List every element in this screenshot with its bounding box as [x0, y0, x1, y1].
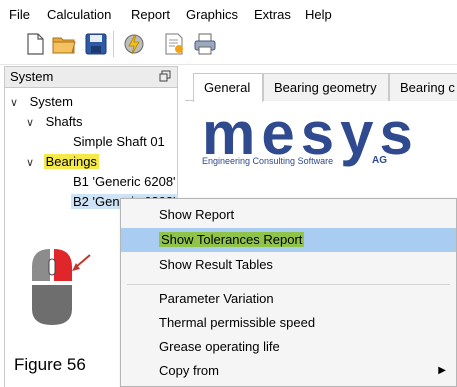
undock-icon[interactable] [159, 70, 171, 85]
menu-extras[interactable]: Extras [254, 7, 291, 22]
menu-item-grease-operating-life[interactable]: Grease operating life [121, 335, 456, 359]
tab-bearing-c[interactable]: Bearing c [389, 73, 457, 101]
menu-report[interactable]: Report [131, 7, 170, 22]
menu-item-label: Show Tolerances Report [159, 232, 305, 247]
new-document-icon[interactable] [22, 31, 48, 57]
context-menu: Show Report Show Tolerances Report Show … [120, 198, 457, 387]
system-panel-header: System [4, 66, 178, 88]
save-icon[interactable] [83, 31, 109, 57]
chevron-down-icon[interactable]: ∨ [10, 93, 22, 113]
print-icon[interactable] [192, 31, 218, 57]
tab-general[interactable]: General [193, 73, 263, 102]
calculate-icon[interactable] [121, 31, 147, 57]
tree-item-label: Simple Shaft 01 [73, 134, 165, 149]
tree-item-label: B1 'Generic 6208' [73, 174, 176, 189]
tab-bearing-geometry[interactable]: Bearing geometry [263, 73, 389, 101]
tab-bar: General Bearing geometry Bearing c [185, 73, 457, 102]
logo-suffix: AG [372, 155, 387, 166]
mesys-logo: mesys Engineering Consulting Software AG [202, 100, 417, 176]
submenu-arrow-icon: ▶ [438, 365, 446, 376]
menu-calculation[interactable]: Calculation [47, 7, 111, 22]
menu-graphics[interactable]: Graphics [186, 7, 238, 22]
tree-item-label: Shafts [45, 114, 83, 129]
chevron-down-icon[interactable]: ∨ [26, 113, 38, 133]
menu-item-show-tolerances-report[interactable]: Show Tolerances Report [121, 228, 456, 252]
menu-item-show-report[interactable]: Show Report [121, 203, 456, 227]
menu-item-label: Copy from [159, 363, 219, 378]
tree-item-bearing-1[interactable]: B1 'Generic 6208' [73, 172, 176, 192]
menu-item-show-result-tables[interactable]: Show Result Tables [121, 253, 456, 277]
report-icon[interactable] [161, 31, 187, 57]
tree-item-label: Bearings [43, 154, 99, 169]
tree-item-system[interactable]: ∨ System [10, 92, 73, 112]
open-folder-icon[interactable] [51, 31, 77, 57]
menu-separator [127, 284, 450, 285]
tree-item-label: System [29, 94, 73, 109]
menu-item-parameter-variation[interactable]: Parameter Variation [121, 287, 456, 311]
menu-help[interactable]: Help [305, 7, 332, 22]
toolbar [0, 27, 457, 65]
system-panel-title: System [10, 69, 54, 84]
tree-item-shaft-1[interactable]: Simple Shaft 01 [73, 132, 165, 152]
mouse-right-click-icon [26, 245, 106, 330]
logo-tagline: Engineering Consulting Software [202, 156, 334, 166]
toolbar-separator [113, 31, 114, 57]
menu-item-copy-from[interactable]: Copy from ▶ [121, 359, 456, 383]
figure-caption: Figure 56 [14, 355, 86, 374]
menu-item-thermal-permissible-speed[interactable]: Thermal permissible speed [121, 311, 456, 335]
tree-item-bearings[interactable]: ∨ Bearings [26, 152, 99, 172]
menu-bar: File Calculation Report Graphics Extras … [0, 0, 457, 27]
tree-item-shafts[interactable]: ∨ Shafts [26, 112, 82, 132]
chevron-down-icon[interactable]: ∨ [26, 153, 38, 173]
menu-file[interactable]: File [9, 7, 30, 22]
